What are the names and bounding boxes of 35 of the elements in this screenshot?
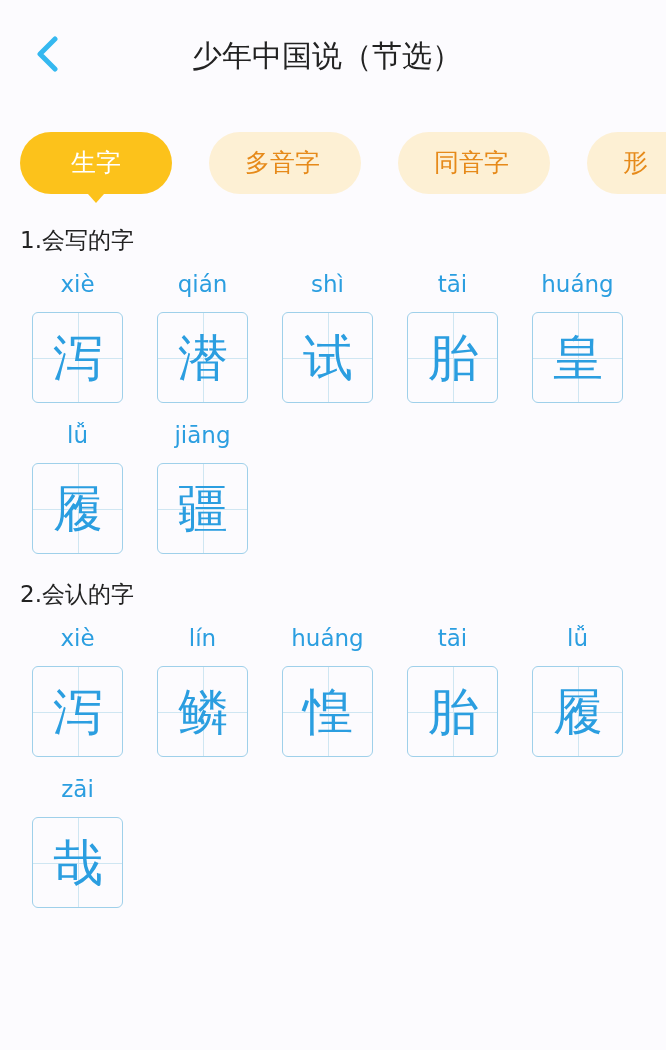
page-title: 少年中国说（节选） (192, 36, 462, 75)
chinese-character: 胎 (427, 681, 478, 742)
chinese-character: 泻 (52, 681, 103, 742)
pinyin-text: xiè (60, 624, 95, 653)
chinese-character: 疆 (177, 478, 228, 539)
chinese-character: 皇 (552, 327, 603, 388)
section-heading: 1.会写的字 (20, 226, 135, 255)
pinyin-text: tāi (437, 624, 468, 653)
pinyin-text: xiè (60, 270, 95, 299)
pinyin-text: huáng (291, 624, 364, 653)
pinyin-text: lǚ (567, 624, 588, 653)
chinese-character: 惶 (302, 681, 353, 742)
pinyin-text: lǚ (67, 421, 88, 450)
chinese-character: 试 (302, 327, 353, 388)
chinese-character: 履 (52, 478, 103, 539)
chinese-character: 哉 (52, 832, 103, 893)
pinyin-text: tāi (437, 270, 468, 299)
chinese-character: 鳞 (177, 681, 228, 742)
category-tab[interactable]: 同音字 (398, 132, 550, 194)
chinese-character: 泻 (52, 327, 103, 388)
pinyin-text: jiāng (174, 421, 231, 450)
chinese-character: 胎 (427, 327, 478, 388)
category-tab[interactable]: 多音字 (209, 132, 361, 194)
chinese-character: 潜 (177, 327, 228, 388)
pinyin-text: zāi (61, 775, 94, 804)
tab-pointer (88, 194, 104, 203)
pinyin-text: lín (188, 624, 217, 653)
category-tab[interactable]: 形 (587, 132, 666, 194)
chinese-character: 履 (552, 681, 603, 742)
back-chevron-icon (35, 36, 59, 72)
category-tab[interactable]: 生字 (20, 132, 172, 194)
pinyin-text: qián (177, 270, 228, 299)
pinyin-text: huáng (541, 270, 614, 299)
pinyin-text: shì (311, 270, 344, 299)
section-heading: 2.会认的字 (20, 580, 135, 609)
